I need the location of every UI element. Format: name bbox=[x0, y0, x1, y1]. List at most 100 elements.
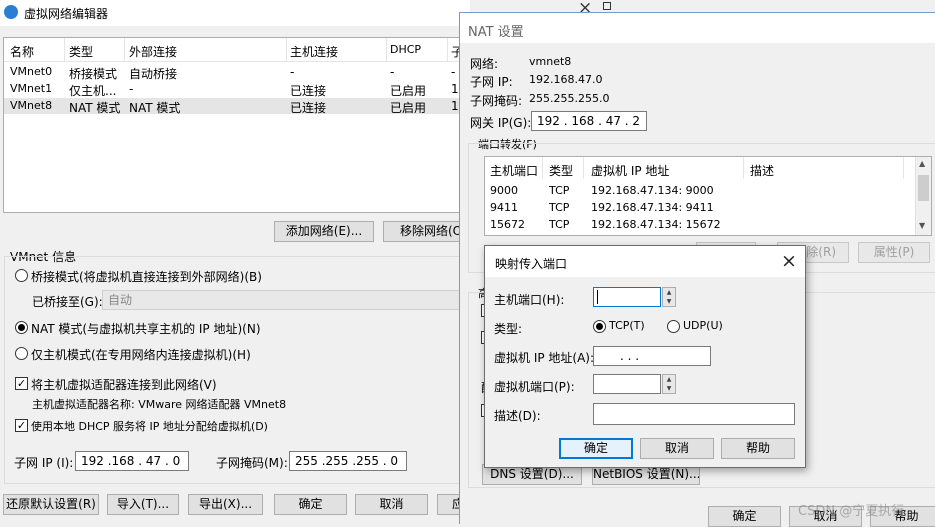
pf-properties-button[interactable]: 属性(P) bbox=[858, 242, 930, 263]
pf-col-desc[interactable]: 描述 bbox=[750, 162, 774, 179]
col-dhcp[interactable]: DHCP bbox=[390, 43, 421, 56]
subnet-ip-label: 子网 IP (I): bbox=[14, 456, 74, 470]
row-dhcp: 已启用 bbox=[390, 101, 427, 115]
col-name[interactable]: 名称 bbox=[10, 43, 34, 60]
bridged-to-label: 已桥接至(G): bbox=[32, 295, 103, 309]
vm-port-input[interactable] bbox=[593, 374, 661, 394]
row-type: NAT 模式 bbox=[69, 101, 121, 115]
hostonly-mode-radio[interactable] bbox=[15, 347, 28, 360]
udp-radio[interactable] bbox=[667, 320, 680, 333]
map-title-bar: 映射传入端口 × bbox=[485, 246, 805, 277]
window-title: 虚拟网络编辑器 bbox=[24, 7, 109, 21]
bridged-to-select[interactable]: 自动 bbox=[102, 290, 468, 310]
add-network-button[interactable]: 添加网络(E)... bbox=[274, 221, 374, 242]
subnet-mask-input[interactable]: 255 .255 .255 . 0 bbox=[289, 451, 407, 471]
scroll-thumb[interactable] bbox=[918, 175, 929, 201]
pf-row[interactable]: 9411 TCP 192.168.47.134: 9411 bbox=[485, 201, 913, 217]
map-ok-button[interactable]: 确定 bbox=[559, 438, 633, 459]
host-port-label: 主机端口(H): bbox=[494, 293, 565, 307]
map-incoming-port-dialog: 映射传入端口 × 主机端口(H): ▲ ▼ 类型: TCP(T) UDP(U) 虚… bbox=[484, 245, 806, 468]
bridge-mode-radio[interactable] bbox=[15, 269, 28, 282]
vm-ip-label: 虚拟机 IP 地址(A): bbox=[494, 351, 595, 365]
title-bar: 虚拟网络编辑器 bbox=[0, 0, 470, 26]
port-forward-table: 主机端口 类型 虚拟机 IP 地址 描述 9000 TCP 192.168.47… bbox=[484, 156, 932, 236]
gateway-ip-input[interactable]: 192 . 168 . 47 . 2 bbox=[531, 111, 647, 131]
map-cancel-button[interactable]: 取消 bbox=[640, 438, 714, 459]
connect-adapter-checkbox[interactable]: ✓ bbox=[15, 377, 28, 390]
table-row-selected[interactable]: VMnet8 NAT 模式 NAT 模式 已连接 已启用 19 bbox=[4, 98, 466, 115]
restore-defaults-button[interactable]: 还原默认设置(R) bbox=[3, 494, 99, 515]
pf-type: TCP bbox=[549, 218, 570, 231]
host-port-spinner[interactable]: ▲ ▼ bbox=[662, 287, 676, 307]
tcp-radio[interactable] bbox=[593, 320, 606, 333]
subnet-mask-label: 子网掩码(M): bbox=[216, 456, 288, 470]
vm-port-label: 虚拟机端口(P): bbox=[494, 380, 575, 394]
col-external[interactable]: 外部连接 bbox=[129, 43, 177, 60]
pf-vm-ip: 192.168.47.134: 9000 bbox=[591, 184, 714, 197]
text-caret bbox=[597, 290, 598, 304]
nat-subnet-ip-value: 192.168.47.0 bbox=[529, 73, 603, 86]
pf-type: TCP bbox=[549, 184, 570, 197]
export-button[interactable]: 导出(X)... bbox=[188, 494, 263, 515]
nat-subnet-ip-label: 子网 IP: bbox=[470, 75, 513, 89]
pf-col-host-port[interactable]: 主机端口 bbox=[490, 162, 538, 179]
app-network-icon bbox=[4, 5, 18, 19]
row-type: 桥接模式 bbox=[69, 67, 118, 81]
vm-port-spinner[interactable]: ▲ ▼ bbox=[662, 374, 676, 394]
row-dhcp: 已启用 bbox=[390, 84, 427, 98]
bridge-mode-label[interactable]: 桥接模式(将虚拟机直接连接到外部网络)(B) bbox=[31, 268, 262, 285]
tcp-label[interactable]: TCP(T) bbox=[609, 319, 645, 332]
watermark: CSDN @宁夏执行 bbox=[798, 504, 905, 519]
pf-row[interactable]: 9000 TCP 192.168.47.134: 9000 bbox=[485, 184, 913, 200]
table-row[interactable]: VMnet1 仅主机... - 已连接 已启用 19 bbox=[4, 81, 466, 98]
pf-host-port: 9411 bbox=[490, 201, 518, 214]
table-header: 名称 类型 外部连接 主机连接 DHCP 子 bbox=[4, 38, 464, 62]
spin-up-icon[interactable]: ▲ bbox=[663, 288, 675, 297]
editor-cancel-button[interactable]: 取消 bbox=[355, 494, 428, 515]
udp-label[interactable]: UDP(U) bbox=[683, 319, 723, 332]
adapter-name-label: 主机虚拟适配器名称: VMware 网络适配器 VMnet8 bbox=[32, 398, 287, 411]
nat-title: NAT 设置 bbox=[468, 25, 524, 40]
row-host: - bbox=[290, 65, 295, 79]
spin-up-icon[interactable]: ▲ bbox=[663, 375, 675, 384]
map-title: 映射传入端口 bbox=[495, 257, 568, 271]
host-port-input[interactable] bbox=[593, 287, 661, 307]
pf-row[interactable]: 15672 TCP 192.168.47.134: 15672 bbox=[485, 218, 913, 234]
scroll-down-icon[interactable]: ▼ bbox=[919, 221, 925, 230]
map-help-button[interactable]: 帮助 bbox=[721, 438, 795, 459]
desc-input[interactable] bbox=[593, 403, 795, 425]
col-type[interactable]: 类型 bbox=[69, 43, 93, 60]
pf-scrollbar[interactable]: ▲ ▼ bbox=[915, 157, 931, 235]
network-table: 名称 类型 外部连接 主机连接 DHCP 子 VMnet0 桥接模式 自动桥接 … bbox=[3, 37, 466, 213]
spin-down-icon[interactable]: ▼ bbox=[663, 297, 675, 306]
table-row[interactable]: VMnet0 桥接模式 自动桥接 - - - bbox=[4, 64, 464, 81]
editor-ok-button[interactable]: 确定 bbox=[274, 494, 347, 515]
row-external: - bbox=[129, 82, 134, 96]
network-label: 网络: bbox=[470, 57, 499, 71]
desc-label: 描述(D): bbox=[494, 409, 541, 423]
window-restore-icon[interactable] bbox=[603, 2, 611, 10]
scroll-up-icon[interactable]: ▲ bbox=[919, 159, 925, 168]
vm-ip-input[interactable]: . . . bbox=[593, 346, 711, 366]
row-dhcp: - bbox=[390, 65, 395, 79]
pf-vm-ip: 192.168.47.134: 9411 bbox=[591, 201, 714, 214]
pf-col-vm-ip[interactable]: 虚拟机 IP 地址 bbox=[591, 162, 669, 179]
spin-down-icon[interactable]: ▼ bbox=[663, 384, 675, 393]
nat-subnet-mask-value: 255.255.255.0 bbox=[529, 92, 610, 105]
nat-mode-radio[interactable] bbox=[15, 321, 28, 334]
map-close-icon[interactable]: × bbox=[781, 250, 797, 272]
pf-col-type[interactable]: 类型 bbox=[549, 162, 573, 179]
hostonly-mode-label[interactable]: 仅主机模式(在专用网络内连接虚拟机)(H) bbox=[31, 346, 251, 363]
row-name: VMnet0 bbox=[10, 65, 53, 78]
import-button[interactable]: 导入(T)... bbox=[107, 494, 179, 515]
network-value: vmnet8 bbox=[529, 55, 572, 68]
subnet-ip-input[interactable]: 192 .168 . 47 . 0 bbox=[75, 451, 189, 471]
col-host-conn[interactable]: 主机连接 bbox=[290, 43, 338, 60]
pf-vm-ip: 192.168.47.134: 15672 bbox=[591, 218, 721, 231]
dhcp-label[interactable]: 使用本地 DHCP 服务将 IP 地址分配给虚拟机(D) bbox=[31, 418, 268, 434]
connect-adapter-label[interactable]: 将主机虚拟适配器连接到此网络(V) bbox=[31, 376, 217, 393]
nat-mode-label[interactable]: NAT 模式(与虚拟机共享主机的 IP 地址)(N) bbox=[31, 320, 261, 337]
row-external: 自动桥接 bbox=[129, 67, 178, 81]
dhcp-checkbox[interactable]: ✓ bbox=[15, 419, 28, 432]
pf-host-port: 9000 bbox=[490, 184, 518, 197]
